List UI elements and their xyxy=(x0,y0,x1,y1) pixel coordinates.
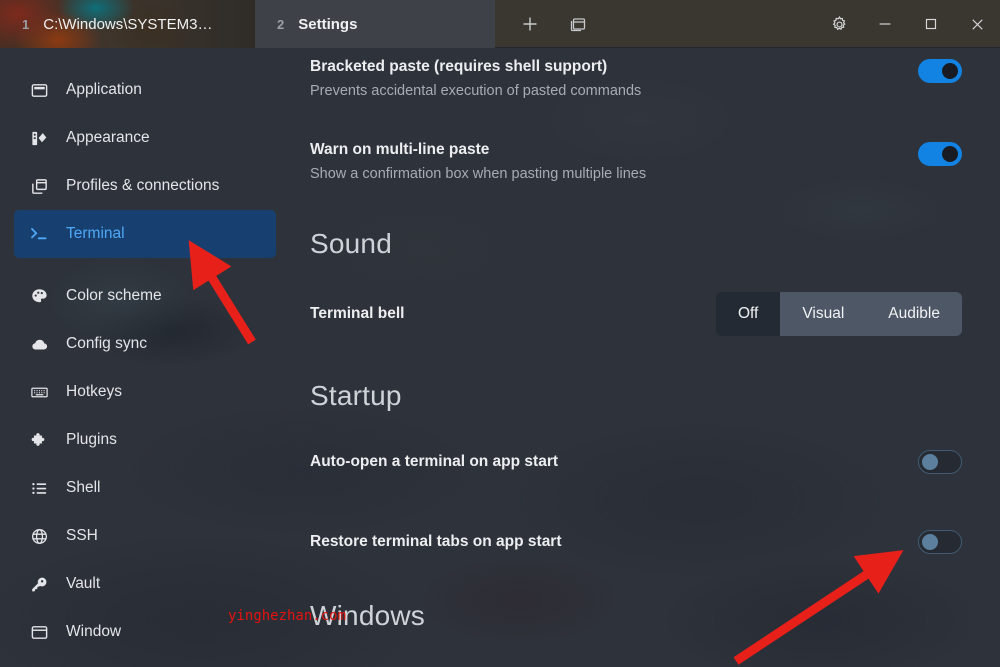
bell-option-off[interactable]: Off xyxy=(715,292,781,336)
window-icon xyxy=(28,79,50,101)
setting-row-bracketed-paste: Bracketed paste (requires shell support)… xyxy=(310,56,962,99)
terminal-prompt-icon xyxy=(28,223,50,245)
keyboard-icon xyxy=(28,381,50,403)
globe-icon xyxy=(28,525,50,547)
sidebar-item-label: Appearance xyxy=(66,129,150,146)
setting-label: Bracketed paste (requires shell support) xyxy=(310,58,608,75)
tab-number: 1 xyxy=(22,16,30,32)
setting-row-auto-open-terminal: Auto-open a terminal on app start xyxy=(310,450,962,474)
sidebar-item-plugins[interactable]: Plugins xyxy=(14,416,276,464)
window-body: Application Appearance Profiles & connec… xyxy=(0,48,1000,667)
sidebar-item-label: Terminal xyxy=(66,225,125,242)
close-icon[interactable] xyxy=(954,0,1000,48)
toggle-knob xyxy=(922,533,938,550)
setting-text: Bracketed paste (requires shell support)… xyxy=(310,56,641,99)
puzzle-piece-icon xyxy=(28,429,50,451)
sidebar-item-color-scheme[interactable]: Color scheme xyxy=(14,272,276,320)
toggle-warn-multiline-paste[interactable] xyxy=(918,142,962,166)
toggle-auto-open-terminal[interactable] xyxy=(918,450,962,474)
sidebar-item-label: Profiles & connections xyxy=(66,177,220,194)
toggle-knob xyxy=(942,63,958,79)
section-title-windows: Windows xyxy=(310,600,425,631)
new-tab-icon[interactable] xyxy=(509,3,551,45)
sidebar-item-config-sync[interactable]: Config sync xyxy=(14,320,276,368)
split-pane-icon[interactable] xyxy=(557,3,599,45)
watermark: yinghezhan.com xyxy=(228,608,347,624)
sidebar-item-vault[interactable]: Vault xyxy=(14,560,276,608)
section-title-startup: Startup xyxy=(310,380,402,411)
setting-label: Warn on multi-line paste xyxy=(310,141,490,158)
sidebar-item-label: SSH xyxy=(66,527,98,544)
section-title-sound: Sound xyxy=(310,228,392,259)
paint-palette-icon xyxy=(28,285,50,307)
cloud-icon xyxy=(28,333,50,355)
toggle-knob xyxy=(922,453,938,470)
sidebar-item-label: Hotkeys xyxy=(66,383,122,400)
key-icon xyxy=(28,573,50,595)
setting-row-terminal-bell: Terminal bell Off Visual Audible xyxy=(310,292,962,336)
sidebar-item-ssh[interactable]: SSH xyxy=(14,512,276,560)
setting-description: Prevents accidental execution of pasted … xyxy=(310,83,642,99)
window-frame-icon xyxy=(28,621,50,643)
terminal-bell-segmented-control: Off Visual Audible xyxy=(715,292,962,336)
setting-label: Restore terminal tabs on app start xyxy=(310,533,562,550)
sidebar-item-label: Vault xyxy=(66,575,101,592)
settings-gear-icon[interactable] xyxy=(816,0,862,48)
sidebar-item-label: Plugins xyxy=(66,431,117,448)
palette-swatch-icon xyxy=(28,127,50,149)
settings-sidebar: Application Appearance Profiles & connec… xyxy=(0,48,290,667)
sidebar-item-label: Application xyxy=(66,81,142,98)
sidebar-item-hotkeys[interactable]: Hotkeys xyxy=(14,368,276,416)
sidebar-item-application[interactable]: Application xyxy=(14,66,276,114)
toggle-knob xyxy=(942,146,958,162)
tab-settings[interactable]: 2 Settings xyxy=(255,0,495,48)
copy-windows-icon xyxy=(28,175,50,197)
setting-label: Terminal bell xyxy=(310,305,405,322)
tab-terminal-session[interactable]: 1 C:\Windows\SYSTEM3… xyxy=(0,0,255,48)
sidebar-item-label: Color scheme xyxy=(66,287,162,304)
toggle-bracketed-paste[interactable] xyxy=(918,59,962,83)
setting-row-warn-multiline-paste: Warn on multi-line paste Show a confirma… xyxy=(310,139,962,182)
settings-content: Bracketed paste (requires shell support)… xyxy=(290,48,1000,667)
tabby-settings-window: 1 C:\Windows\SYSTEM3… 2 Settings Applica… xyxy=(0,0,1000,667)
setting-label: Auto-open a terminal on app start xyxy=(310,453,559,470)
setting-description: Show a confirmation box when pasting mul… xyxy=(310,166,647,182)
titlebar-spacer xyxy=(599,0,816,47)
tab-label: C:\Windows\SYSTEM3… xyxy=(43,15,213,33)
tab-label: Settings xyxy=(298,15,358,33)
toggle-restore-terminal-tabs[interactable] xyxy=(918,530,962,554)
sidebar-item-profiles-connections[interactable]: Profiles & connections xyxy=(14,162,276,210)
setting-row-restore-tabs: Restore terminal tabs on app start xyxy=(310,530,962,554)
minimize-icon[interactable] xyxy=(862,0,908,48)
tabbar-actions xyxy=(495,0,599,47)
tab-number: 2 xyxy=(277,16,285,32)
sidebar-item-label: Config sync xyxy=(66,335,147,352)
sidebar-item-label: Window xyxy=(66,623,122,640)
bell-option-visual[interactable]: Visual xyxy=(780,292,867,336)
sidebar-item-label: Shell xyxy=(66,479,101,496)
sidebar-item-shell[interactable]: Shell xyxy=(14,464,276,512)
sidebar-divider-gap xyxy=(0,258,290,272)
maximize-icon[interactable] xyxy=(908,0,954,48)
title-bar: 1 C:\Windows\SYSTEM3… 2 Settings xyxy=(0,0,1000,48)
setting-text: Warn on multi-line paste Show a confirma… xyxy=(310,139,646,182)
sidebar-item-appearance[interactable]: Appearance xyxy=(14,114,276,162)
bell-option-audible[interactable]: Audible xyxy=(866,292,962,336)
sidebar-item-terminal[interactable]: Terminal xyxy=(14,210,276,258)
list-icon xyxy=(28,477,50,499)
window-controls xyxy=(816,0,1000,47)
